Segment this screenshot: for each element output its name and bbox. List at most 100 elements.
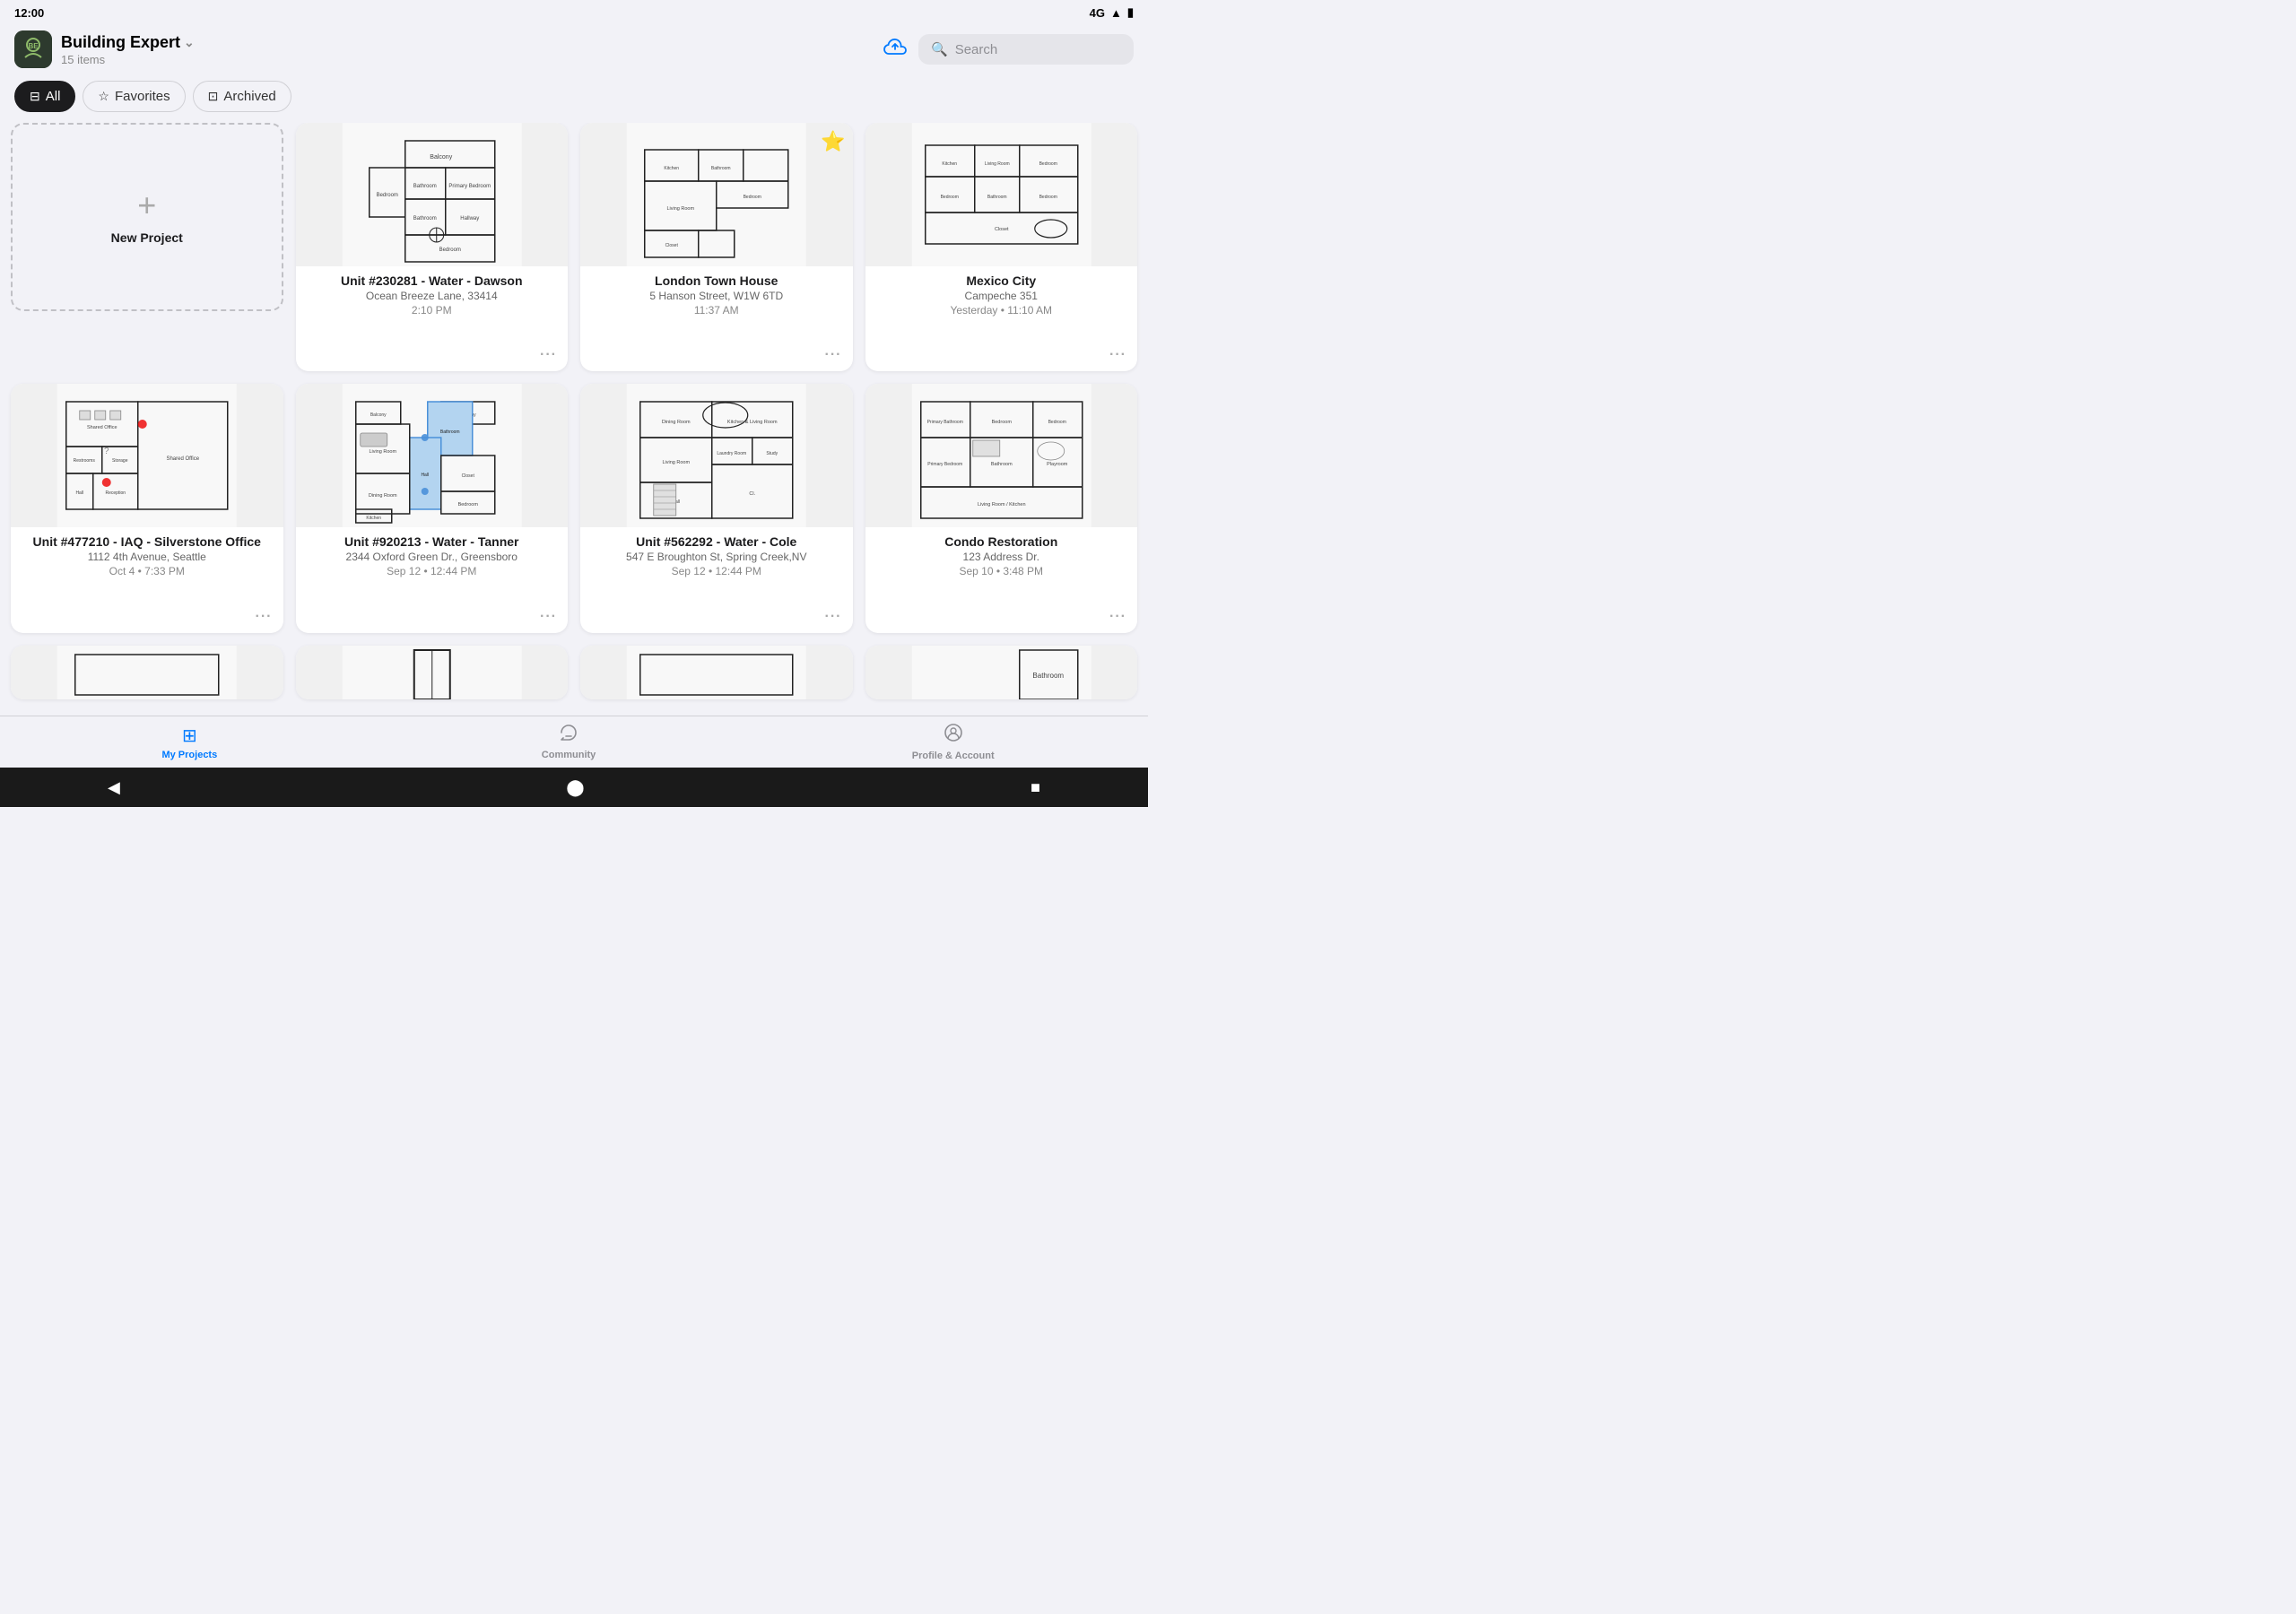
svg-text:Bathroom: Bathroom [439,430,459,435]
svg-text:Shared Office: Shared Office [166,456,199,462]
svg-text:Living Room: Living Room [666,206,694,212]
card-more-btn[interactable]: ··· [536,608,561,626]
card-address: Ocean Breeze Lane, 33414 [305,290,560,302]
svg-text:Living Room: Living Room [662,460,690,465]
card-info: Unit #477210 - IAQ - Silverstone Office … [11,527,283,588]
tab-archived-label: Archived [223,89,275,104]
search-placeholder: Search [955,42,998,57]
svg-text:Study: Study [766,451,778,456]
svg-text:Restrooms: Restrooms [74,458,96,464]
svg-text:Bedroom: Bedroom [376,193,397,198]
card-more-btn[interactable]: ··· [252,608,276,626]
card-time: Sep 10 • 3:48 PM [874,565,1129,577]
my-projects-label: My Projects [161,750,217,760]
back-button[interactable]: ◀ [108,778,120,797]
project-card[interactable]: Kitchen Living Room Bedroom Bedroom Bath… [865,123,1138,371]
svg-text:Living Room / Kitchen: Living Room / Kitchen [978,502,1026,508]
card-time: Yesterday • 11:10 AM [874,304,1129,317]
card-title: Condo Restoration [874,534,1129,549]
app-subtitle: 15 items [61,53,195,66]
card-info: Unit #230281 - Water - Dawson Ocean Bree… [296,266,569,327]
card-thumbnail: Kitchen Bathroom Living Room Bedroom Clo… [580,123,853,266]
svg-text:Hall: Hall [75,490,83,496]
card-address: 547 E Broughton St, Spring Creek,NV [589,551,844,563]
bottom-nav: ⊞ My Projects Community Profile & Accoun… [0,716,1148,768]
svg-text:Hallway: Hallway [460,216,479,221]
svg-text:Bedroom: Bedroom [991,420,1012,425]
svg-text:Reception: Reception [105,490,126,496]
title-chevron: ⌄ [184,35,195,50]
card-thumbnail: Primary Bathroom Bedroom Bedroom Primary… [865,384,1138,527]
card-title: Unit #920213 - Water - Tanner [305,534,560,549]
card-time: Sep 12 • 12:44 PM [589,565,844,577]
app-title[interactable]: Building Expert ⌄ [61,33,195,52]
tab-all[interactable]: ⊟ All [14,81,75,112]
svg-text:Hall: Hall [421,473,429,478]
card-address: 1112 4th Avenue, Seattle [20,551,274,563]
app-title-group: Building Expert ⌄ 15 items [61,33,195,66]
status-bar: 12:00 4G ▲ ▮ [0,0,1148,25]
card-thumbnail: Shared Office Restrooms Storage Hall Rec… [11,384,283,527]
nav-community[interactable]: Community [533,724,604,760]
svg-text:Living Room: Living Room [369,449,396,455]
card-more-btn[interactable]: ··· [822,608,846,626]
header-left: BE Building Expert ⌄ 15 items [14,30,195,68]
project-card[interactable]: Primary Bathroom Bedroom Bedroom Primary… [865,384,1138,632]
project-card[interactable]: Bathroom [865,646,1138,699]
tab-favorites[interactable]: ☆ Favorites [83,81,185,112]
card-more-btn[interactable]: ··· [822,346,846,364]
header-right: 🔍 Search [883,34,1134,65]
search-bar[interactable]: 🔍 Search [918,34,1134,65]
status-time: 12:00 [14,6,44,20]
card-info: Condo Restoration 123 Address Dr. Sep 10… [865,527,1138,588]
home-button[interactable]: ⬤ [566,778,584,797]
project-card[interactable]: Shared Office Restrooms Storage Hall Rec… [11,384,283,632]
card-time: 2:10 PM [305,304,560,317]
new-project-card[interactable]: + New Project [11,123,283,311]
project-card[interactable] [11,646,283,699]
tab-archived[interactable]: ⊡ Archived [193,81,291,112]
svg-text:Kitchen: Kitchen [366,516,381,521]
recent-button[interactable]: ■ [1031,778,1040,797]
svg-text:Bathroom: Bathroom [413,184,436,189]
card-time: 11:37 AM [589,304,844,317]
card-info: Unit #562292 - Water - Cole 547 E Brough… [580,527,853,588]
project-card[interactable] [580,646,853,699]
all-tab-icon: ⊟ [30,89,40,104]
community-label: Community [542,750,596,760]
svg-text:Closet: Closet [994,227,1008,232]
project-card[interactable] [296,646,569,699]
project-card[interactable]: Dining Room Kitchen & Living Room Living… [580,384,853,632]
cloud-button[interactable] [883,38,908,61]
profile-icon [944,723,963,748]
nav-profile[interactable]: Profile & Account [912,723,995,761]
nav-my-projects[interactable]: ⊞ My Projects [153,725,225,760]
card-thumbnail [580,646,853,699]
svg-text:Cl.: Cl. [749,491,755,497]
card-more-btn[interactable]: ··· [1106,608,1130,626]
card-title: Mexico City [874,273,1129,288]
card-thumbnail: Dining Room Kitchen & Living Room Living… [580,384,853,527]
card-more-btn[interactable]: ··· [1106,346,1130,364]
card-title: Unit #477210 - IAQ - Silverstone Office [20,534,274,549]
svg-text:Balcony: Balcony [370,412,386,418]
card-title: Unit #562292 - Water - Cole [589,534,844,549]
svg-text:Primary Bedroom: Primary Bedroom [927,462,962,467]
card-info: Mexico City Campeche 351 Yesterday • 11:… [865,266,1138,327]
card-thumbnail: Balcony Bathroom Primary Bedroom Bedroom… [296,123,569,266]
svg-text:Dining Room: Dining Room [662,420,691,425]
signal-icon: ▲ [1110,6,1122,20]
android-nav-bar: ◀ ⬤ ■ [0,768,1148,807]
card-address: 2344 Oxford Green Dr., Greensboro [305,551,560,563]
archived-tab-icon: ⊡ [208,89,219,104]
favorites-tab-icon: ☆ [98,89,109,104]
card-thumbnail [296,646,569,699]
card-more-btn[interactable]: ··· [536,346,561,364]
status-icons: 4G ▲ ▮ [1090,5,1134,20]
svg-text:Bathroom: Bathroom [987,195,1006,200]
svg-text:Playroom: Playroom [1047,462,1068,467]
project-card[interactable]: Kitchen Bathroom Living Room Bedroom Clo… [580,123,853,371]
svg-text:Dining Room: Dining Room [368,493,396,499]
project-card[interactable]: Balcony Balcony Bathroom Hall Living Roo… [296,384,569,632]
project-card[interactable]: Balcony Bathroom Primary Bedroom Bedroom… [296,123,569,371]
